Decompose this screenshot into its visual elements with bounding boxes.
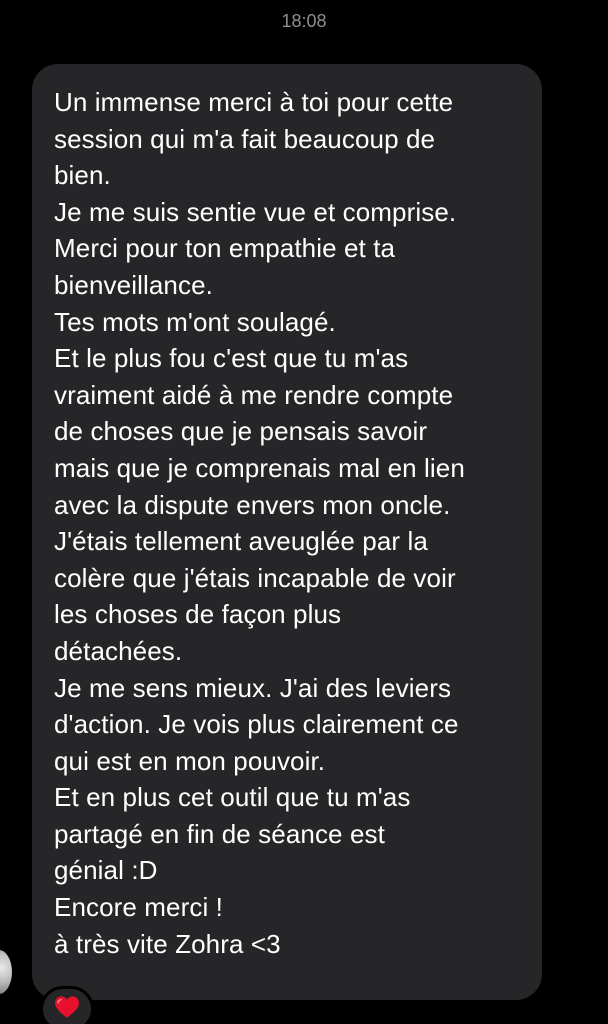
message-line: J'étais tellement aveuglée par la — [54, 526, 428, 557]
message-line: de choses que je pensais savoir — [54, 416, 428, 447]
message-line: génial :D — [54, 855, 158, 886]
message-line: détachées. — [54, 635, 183, 666]
message-line: Encore merci ! — [54, 892, 224, 923]
red-heart-icon — [55, 996, 79, 1018]
message-line: mais que je comprenais mal en lien — [54, 452, 465, 483]
message-line: session qui m'a fait beaucoup de — [54, 123, 436, 154]
message-text: Un immense merci à toi pour cette sessio… — [54, 84, 522, 962]
message-line: les choses de façon plus — [54, 599, 342, 630]
message-line: bienveillance. — [54, 269, 213, 300]
message-timestamp: 18:08 — [281, 11, 327, 31]
message-line: d'action. Je vois plus clairement ce — [54, 709, 459, 740]
heart-reaction-badge[interactable] — [40, 986, 94, 1024]
message-line: qui est en mon pouvoir. — [54, 745, 326, 776]
message-line: avec la dispute envers mon oncle. — [54, 489, 451, 520]
message-line: Un immense merci à toi pour cette — [54, 87, 454, 117]
message-line: à très vite Zohra <3 — [54, 928, 281, 959]
received-message-bubble[interactable]: Un immense merci à toi pour cette sessio… — [32, 64, 542, 1000]
message-line: colère que j'étais incapable de voir — [54, 562, 456, 593]
message-line: Je me suis sentie vue et comprise. — [54, 196, 457, 227]
sender-avatar[interactable] — [0, 950, 12, 994]
message-line: Et en plus cet outil que tu m'as — [54, 782, 411, 813]
message-line: Je me sens mieux. J'ai des leviers — [54, 672, 452, 703]
message-line: bien. — [54, 160, 111, 191]
message-line: partagé en fin de séance est — [54, 818, 385, 849]
message-line: Tes mots m'ont soulagé. — [54, 306, 336, 337]
message-line: vraiment aidé à me rendre compte — [54, 379, 454, 410]
message-line: Merci pour ton empathie et ta — [54, 233, 396, 264]
message-line: Et le plus fou c'est que tu m'as — [54, 343, 409, 374]
